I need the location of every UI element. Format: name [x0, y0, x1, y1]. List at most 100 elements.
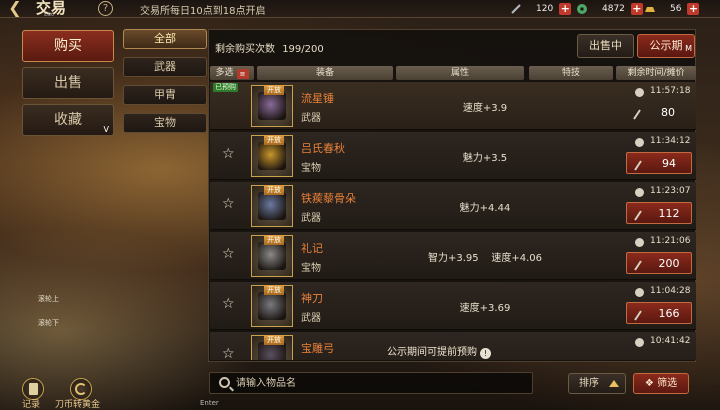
scroll-down-hint: 滚轮下: [38, 319, 59, 327]
left-menu: 购买 出售 收藏 V: [22, 30, 114, 141]
price-value: 112: [658, 207, 680, 220]
search-box: [209, 372, 533, 394]
time-remaining: 11:21:06: [650, 236, 691, 246]
item-art: [258, 242, 286, 270]
item-thumbnail: 开放: [251, 85, 293, 127]
tab-armor[interactable]: 甲胄: [123, 85, 207, 105]
favorites-label: 收藏: [54, 112, 82, 128]
clock-icon: [635, 338, 644, 347]
time-remaining: 11:23:07: [650, 186, 691, 196]
jade-coin-icon: [576, 3, 588, 15]
favorite-star-icon[interactable]: ☆: [222, 346, 235, 360]
price-value: 166: [658, 307, 680, 320]
favorite-star-icon[interactable]: ☆: [222, 246, 235, 262]
filter-icon: ❖: [644, 378, 654, 389]
public-period-label: 公示期: [649, 39, 683, 52]
public-period-button[interactable]: 公示期 M: [637, 34, 695, 58]
time-remaining: 11:57:18: [650, 86, 691, 96]
buy-price-button[interactable]: 166: [626, 302, 692, 324]
filter-button[interactable]: ❖ 筛选: [633, 373, 689, 394]
enter-hint: Enter: [200, 399, 219, 407]
table-row[interactable]: ☆ 开放 铁蒺藜骨朵 武器 魅力+4.44 11:23:07 112: [210, 182, 696, 230]
multi-select-label: 多选: [215, 68, 234, 78]
open-badge: 开放: [264, 185, 284, 195]
item-name: 铁蒺藜骨朵: [301, 192, 356, 205]
item-attributes: 智力+3.95 速度+4.06: [427, 253, 542, 264]
search-input[interactable]: [236, 375, 526, 392]
preorder-notice: 公示期间可提前预购!: [387, 343, 491, 359]
table-row[interactable]: ☆ 开放 神刀 武器 速度+3.69 11:04:28 166: [210, 282, 696, 330]
tab-weapon[interactable]: 武器: [123, 57, 207, 77]
item-thumbnail: 开放: [251, 135, 293, 177]
clock-icon: [635, 88, 644, 97]
table-row[interactable]: ☆ 开放 礼记 宝物 智力+3.95 速度+4.06 11:21:06 200: [210, 232, 696, 280]
buy-price-button[interactable]: 200: [626, 252, 692, 274]
buy-button[interactable]: 购买: [22, 30, 114, 62]
buy-price-button[interactable]: 112: [626, 202, 692, 224]
dagger-token-icon: [632, 106, 642, 120]
item-thumbnail: 开放: [251, 285, 293, 327]
item-type: 武器: [301, 313, 321, 324]
price-value: 80: [661, 106, 675, 119]
favorite-star-icon[interactable]: ☆: [222, 146, 235, 162]
add-currency-button[interactable]: +: [687, 3, 700, 15]
help-icon[interactable]: ?: [98, 1, 113, 16]
remaining-label: 剩余购买次数: [215, 44, 275, 55]
market-panel: 剩余购买次数 199/200 出售中 公示期 M 多选 ≡ 装备 属性 特技 剩余…: [208, 29, 696, 362]
list-icon: ≡: [236, 69, 249, 79]
clock-icon: [635, 238, 644, 247]
table-row[interactable]: ☆ 开放 吕氏春秋 宝物 魅力+3.5 11:34:12 94: [210, 132, 696, 180]
item-name: 礼记: [301, 242, 323, 255]
sort-label: 排序: [579, 378, 599, 389]
price-value: 94: [662, 157, 676, 170]
item-name: 宝雕弓: [301, 342, 334, 355]
hotkey-hint: M: [685, 44, 692, 53]
sort-arrow-icon: [609, 380, 619, 387]
buy-price-button[interactable]: 94: [626, 152, 692, 174]
currency-value: 4872: [602, 4, 625, 14]
add-currency-button[interactable]: +: [630, 3, 643, 15]
back-arrow-icon: ❮: [8, 0, 22, 17]
item-attributes: 魅力+4.44: [459, 203, 511, 214]
remaining-purchases: 剩余购买次数 199/200: [215, 40, 324, 55]
sell-button[interactable]: 出售: [22, 67, 114, 99]
multi-select-header[interactable]: 多选 ≡: [210, 66, 254, 80]
open-badge: 开放: [264, 335, 284, 345]
category-tabs: 全部 武器 甲胄 宝物: [123, 29, 207, 141]
scroll-up-hint: 滚轮上: [38, 295, 59, 303]
record-label: 记录: [22, 400, 41, 410]
item-art: [258, 92, 286, 120]
item-type: 武器: [301, 113, 321, 124]
favorite-star-icon[interactable]: ☆: [222, 196, 235, 212]
dagger-token-icon: [633, 157, 643, 171]
sort-button[interactable]: 排序: [568, 373, 626, 394]
dagger-token-icon: [510, 3, 522, 15]
currency-value: 120: [536, 4, 554, 14]
table-row[interactable]: 已预购 开放 流星锤 武器 速度+3.9 11:57:18 80: [210, 82, 696, 130]
tab-treasure[interactable]: 宝物: [123, 113, 207, 133]
clock-icon: [635, 288, 644, 297]
currency-dagger-token: 120 +: [510, 1, 572, 17]
coin-to-gold-label: 刀币转黄金: [55, 400, 101, 410]
add-currency-button[interactable]: +: [559, 3, 572, 15]
item-name: 流星锤: [301, 92, 334, 105]
table-header: 多选 ≡ 装备 属性 特技 剩余时间/摊价: [210, 66, 696, 80]
item-attributes: 魅力+3.5: [462, 153, 508, 164]
gold-ingot-icon: [644, 3, 656, 15]
item-attributes: 速度+3.69: [459, 303, 511, 314]
clock-icon: [635, 138, 644, 147]
price-value: 200: [658, 257, 680, 270]
buy-price-button[interactable]: 80: [626, 102, 692, 124]
open-badge: 开放: [264, 135, 284, 145]
item-name: 神刀: [301, 292, 323, 305]
favorites-button[interactable]: 收藏 V: [22, 104, 114, 136]
selling-button[interactable]: 出售中: [577, 34, 634, 58]
exchange-icon: [75, 383, 87, 395]
favorite-star-icon[interactable]: ☆: [222, 296, 235, 312]
preorder-badge: 已预购: [213, 83, 238, 92]
opening-hours-notice: 交易所每日10点到18点开启: [140, 6, 266, 17]
back-button[interactable]: ❮: [4, 0, 26, 18]
info-icon[interactable]: !: [480, 348, 491, 359]
dagger-token-icon: [633, 307, 643, 321]
tab-all[interactable]: 全部: [123, 29, 207, 49]
